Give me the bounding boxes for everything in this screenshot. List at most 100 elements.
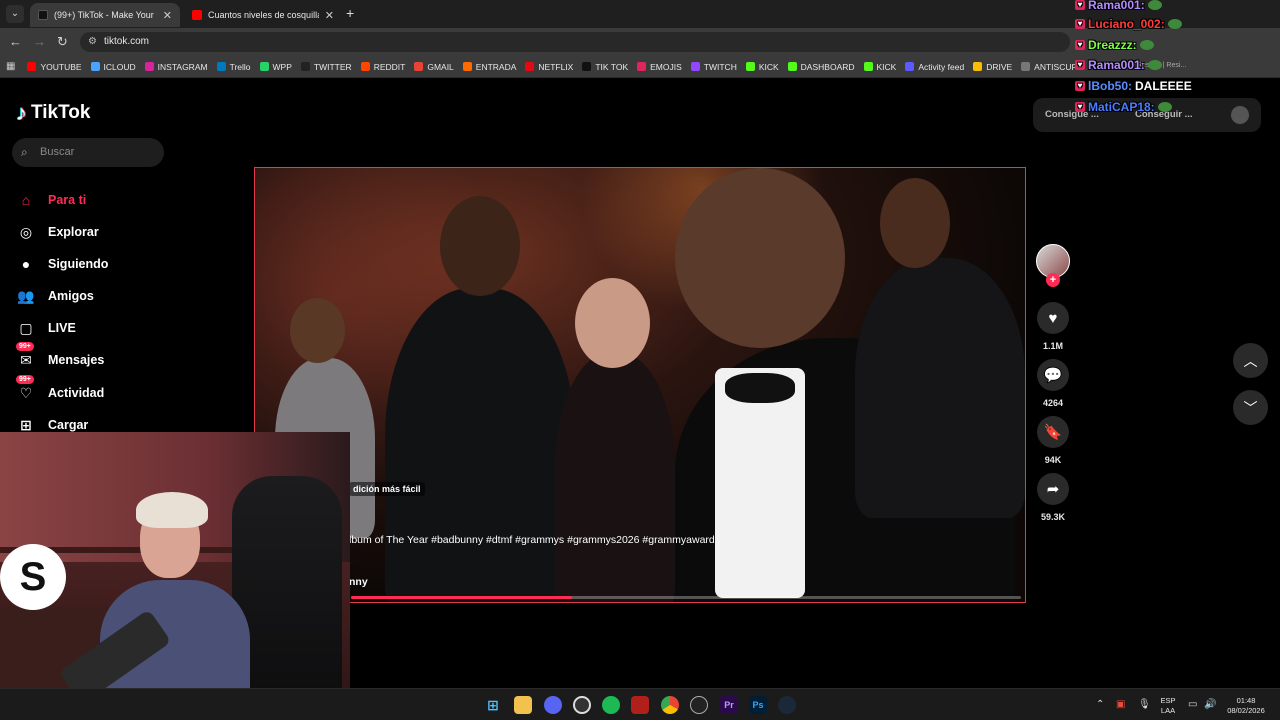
tab-tiktok[interactable]: (99+) TikTok - Make Your Day ✕ [30,3,180,27]
sidebar-item-live[interactable]: ▢ LIVE [16,318,75,338]
bookmark-item[interactable]: WPP [259,61,292,72]
steam-icon[interactable] [778,696,796,714]
bookmark-item[interactable]: KICK [745,62,779,72]
like-button[interactable]: ♥ 1.1M [1037,302,1069,351]
photoshop-icon[interactable]: Ps [749,696,767,714]
chat-badge-icon: ♥ [1075,40,1085,50]
tab-youtube[interactable]: Cuantos niveles de cosquillas a ✕ [184,3,342,27]
sidebar-item-explorar[interactable]: ◎ Explorar [16,222,99,242]
bookmark-label: ENTRADA [475,61,517,72]
video-author[interactable]: nny [349,576,368,588]
microphone-icon[interactable]: 🎙 [1138,699,1151,710]
search-placeholder: Buscar [40,146,75,158]
bookmark-favicon-icon [90,62,100,71]
chrome-icon[interactable] [661,696,679,714]
messages-icon: ✉ 99+ [16,342,36,370]
save-button[interactable]: 🔖 94K [1037,416,1069,465]
sidebar-item-para-ti[interactable]: ⌂ Para ti [16,190,86,210]
site-info-icon[interactable]: ⚙ [88,32,97,52]
back-arrow-icon[interactable]: ← [9,34,22,49]
bookmark-favicon-icon [216,62,226,71]
discord-icon[interactable] [544,696,562,714]
clock-date: 08/02/2026 [1227,706,1265,715]
chat-username: Luciano_002: [1088,17,1165,31]
home-icon: ⌂ [21,192,31,208]
layout-code: LAA [1160,706,1176,715]
video-player[interactable]: dición más fácil lbum of The Year #badbu… [254,167,1026,603]
bookmark-item[interactable]: TIK TOK [582,62,628,72]
bookmark-label: NETFLIX [538,61,574,72]
bookmark-item[interactable]: ANTISCUFF [1021,62,1082,72]
chat-emote-icon [1139,40,1154,50]
app-icon[interactable] [690,696,708,714]
bookmark-item[interactable]: TWITCH [690,62,737,72]
bookmark-item[interactable]: EMOJIS [637,62,682,72]
save-count: 94K [1044,455,1062,465]
bookmark-item[interactable]: INSTAGRAM [144,62,208,72]
share-arrow-icon: ➦ [1037,473,1069,505]
bookmark-item[interactable]: Trello [216,62,251,72]
tiktok-logo[interactable]: ♪ TikTok [16,100,90,126]
video-editor-icon[interactable] [631,696,649,714]
search-input[interactable]: ⌕ Buscar [12,138,164,167]
keyboard-language[interactable]: ESP LAA [1158,696,1178,716]
apps-grid-icon[interactable]: ▦ [6,61,15,72]
share-button[interactable]: ➦ 59.3K [1037,473,1069,522]
clock[interactable]: 01:48 08/02/2026 [1222,696,1270,716]
close-tab-icon[interactable]: ✕ [325,9,334,22]
obs-icon[interactable] [573,696,591,714]
forward-arrow-icon[interactable]: → [33,34,46,49]
reload-icon[interactable]: ↻ [57,34,68,50]
bookmark-item[interactable]: DASHBOARD [787,62,855,72]
sidebar-item-mensajes[interactable]: ✉ 99+ Mensajes [16,342,104,370]
following-avatar-icon: ● [21,256,31,272]
video-tag-label: dición más fácil [349,482,425,496]
stream-chat-overlay: Resizer | Resi... ♥Rama001:♥Luciano_002:… [1075,0,1280,118]
bookmark-item[interactable]: GMAIL [414,62,454,72]
new-tab-button[interactable]: + [346,5,354,21]
sidebar-item-siguiendo[interactable]: ● Siguiendo [16,254,109,274]
sidebar-item-label: Para ti [48,193,87,207]
file-explorer-icon[interactable] [514,696,532,714]
sidebar-item-actividad[interactable]: ♡ 99+ Actividad [16,375,104,403]
bookmark-item[interactable]: NETFLIX [525,62,573,72]
tray-chevron-up-icon[interactable]: ⌃ [1096,699,1104,710]
close-tab-icon[interactable]: ✕ [163,9,172,22]
tab-search-button[interactable]: ⌄ [6,5,24,23]
previous-video-button[interactable]: ︿ [1233,343,1268,378]
premiere-icon[interactable]: Pr [720,696,738,714]
chat-badge-icon: ♥ [1075,60,1085,70]
bookmark-label: WPP [272,61,292,72]
bookmark-favicon-icon [582,62,592,71]
windows-start-icon[interactable]: ⊞ [484,696,502,714]
bookmark-favicon-icon [690,62,700,71]
bookmark-item[interactable]: REDDIT [360,62,405,72]
bookmark-item[interactable]: YOUTUBE [27,62,82,72]
sidebar-item-amigos[interactable]: 👥 Amigos [16,286,94,306]
bookmark-item[interactable]: TWITTER [300,62,352,72]
video-figure [555,353,675,602]
url-input[interactable]: ⚙ tiktok.com [80,32,1070,52]
comment-button[interactable]: 💬 4264 [1037,359,1069,408]
network-icon[interactable]: ▭ [1188,699,1197,710]
chat-username: MatiCAP18: [1088,100,1155,114]
bookmark-favicon-icon [414,62,424,71]
volume-icon[interactable]: 🔊 [1204,699,1216,710]
next-video-button[interactable]: ﹀ [1233,390,1268,425]
bookmark-item[interactable]: Activity feed [905,62,964,72]
video-description[interactable]: lbum of The Year #badbunny #dtmf #grammy… [349,534,715,546]
follow-plus-icon[interactable]: + [1046,273,1060,287]
notification-badge: 99+ [16,375,34,384]
windows-taskbar: ⊞ Pr Ps ⌃ ▣ 🎙 ESP LAA ▭ 🔊 01:48 08/02/20… [0,688,1280,720]
bookmark-item[interactable]: ENTRADA [462,61,517,72]
bookmark-item[interactable]: KICK [863,61,897,72]
bookmark-item[interactable]: DRIVE [973,62,1012,72]
bookmark-label: KICK [876,61,897,72]
spotify-icon[interactable] [602,696,620,714]
sidebar-item-label: Cargar [48,418,89,432]
bookmark-item[interactable]: ICLOUD [90,62,136,72]
bookmark-favicon-icon [300,62,310,71]
tray-app-icon[interactable]: ▣ [1116,699,1125,710]
video-progress-bar[interactable] [351,596,1021,599]
chat-message: ♥ lBob50: DALEEEE [1075,77,1192,95]
